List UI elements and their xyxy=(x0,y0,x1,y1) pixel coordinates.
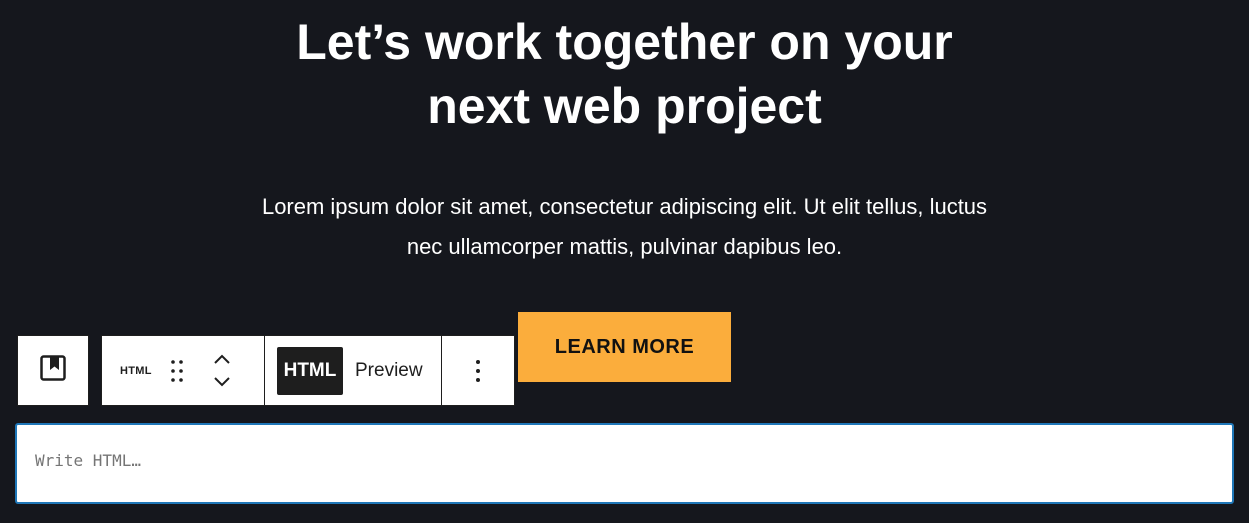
move-up-button[interactable] xyxy=(210,352,234,368)
bookmark-square-icon xyxy=(39,354,67,387)
select-parent-block-button[interactable] xyxy=(17,335,89,406)
more-options-button[interactable] xyxy=(458,347,498,395)
mode-tabs-group: HTML Preview xyxy=(265,336,442,405)
hero-paragraph-line-1: Lorem ipsum dolor sit amet, consectetur … xyxy=(261,194,988,219)
block-toolbar: HTML HTML Preview xyxy=(101,335,515,406)
chevron-up-icon xyxy=(214,354,230,364)
more-vertical-icon xyxy=(476,359,480,382)
learn-more-button[interactable]: LEARN MORE xyxy=(518,312,731,382)
drag-handle-icon[interactable] xyxy=(160,351,194,391)
block-mover xyxy=(202,346,242,396)
html-editor-input[interactable] xyxy=(15,423,1234,504)
block-controls-group: HTML xyxy=(102,336,265,405)
block-type-html-icon[interactable]: HTML xyxy=(120,365,160,377)
hero-heading: Let’s work together on your next web pro… xyxy=(0,10,1249,138)
tab-html[interactable]: HTML xyxy=(277,346,343,395)
hero-paragraph: Lorem ipsum dolor sit amet, consectetur … xyxy=(0,187,1249,267)
chevron-down-icon xyxy=(214,377,230,387)
hero-heading-line-2: next web project xyxy=(427,78,822,134)
page: Let’s work together on your next web pro… xyxy=(0,0,1249,523)
tab-preview[interactable]: Preview xyxy=(349,347,429,395)
hero-paragraph-line-2: nec ullamcorper mattis, pulvinar dapibus… xyxy=(406,234,843,259)
options-group xyxy=(442,336,514,405)
hero-heading-line-1: Let’s work together on your xyxy=(296,14,953,70)
move-down-button[interactable] xyxy=(210,374,234,390)
